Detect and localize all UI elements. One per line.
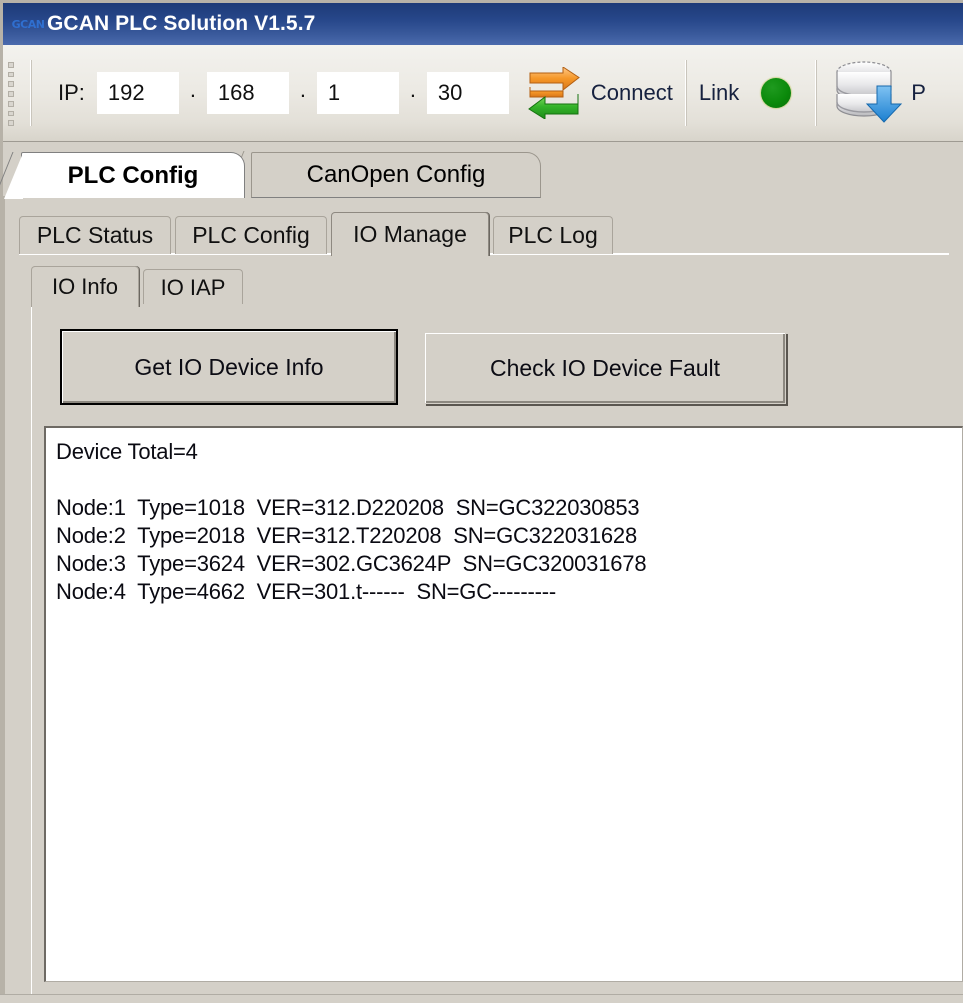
gcan-logo-text: GCAN xyxy=(11,17,45,31)
link-status-led xyxy=(761,78,792,108)
application-window: GCAN GCAN PLC Solution V1.5.7 IP: 192 . … xyxy=(0,0,963,1003)
ip-label: IP: xyxy=(58,80,85,105)
download-button-label[interactable]: P xyxy=(911,80,926,106)
main-tab-strip: CanOpen Config PLC Config xyxy=(3,150,963,199)
subtab-plc-status[interactable]: PLC Status xyxy=(19,216,171,254)
io-tab-strip: IO Info IO IAP xyxy=(31,266,949,307)
tab-plc-config[interactable]: PLC Config xyxy=(4,152,245,199)
io-device-log-area[interactable]: Device Total=4 Node:1 Type=1018 VER=312.… xyxy=(44,426,963,982)
tab-canopen-config[interactable]: CanOpen Config xyxy=(251,152,541,198)
subtab-io-iap[interactable]: IO IAP xyxy=(143,269,243,306)
ip-octet-3-input[interactable]: 1 xyxy=(316,72,399,114)
subtab-io-info[interactable]: IO Info xyxy=(31,266,139,307)
toolbar-separator-3 xyxy=(815,60,818,126)
connect-label[interactable]: Connect xyxy=(591,80,673,106)
link-label: Link xyxy=(698,80,740,105)
ip-dot-1: . xyxy=(189,77,196,102)
gcan-logo-icon: GCAN xyxy=(11,13,45,35)
subtab-plc-log[interactable]: PLC Log xyxy=(493,216,613,254)
window-title: GCAN PLC Solution V1.5.7 xyxy=(47,12,316,35)
ip-octet-2-input[interactable]: 168 xyxy=(206,72,289,114)
ip-octet-1-input[interactable]: 192 xyxy=(96,72,179,114)
main-toolbar: IP: 192 . 168 . 1 . 30 Connect Link P xyxy=(3,45,963,142)
toolbar-separator-2 xyxy=(684,60,687,126)
plc-config-page: PLC Status PLC Config IO Manage PLC Log … xyxy=(3,196,963,1000)
io-device-log-text: Device Total=4 Node:1 Type=1018 VER=312.… xyxy=(56,439,647,604)
subtab-plc-config[interactable]: PLC Config xyxy=(175,216,327,254)
ip-dot-2: . xyxy=(299,77,306,102)
window-bottom-edge xyxy=(0,994,963,1003)
database-download-icon[interactable] xyxy=(833,60,905,126)
title-bar: GCAN GCAN PLC Solution V1.5.7 xyxy=(3,3,963,45)
check-io-device-fault-button[interactable]: Check IO Device Fault xyxy=(424,332,786,404)
ip-octet-4-input[interactable]: 30 xyxy=(426,72,509,114)
ip-dot-3: . xyxy=(409,77,416,102)
get-io-device-info-button[interactable]: Get IO Device Info xyxy=(60,329,398,405)
subtab-io-manage[interactable]: IO Manage xyxy=(331,212,489,256)
toolbar-grip-handle[interactable] xyxy=(8,60,16,127)
toolbar-separator-1 xyxy=(30,60,32,126)
sub-tab-strip: PLC Status PLC Config IO Manage PLC Log xyxy=(19,212,949,256)
io-info-panel: Get IO Device Info Check IO Device Fault… xyxy=(31,304,963,1000)
sync-arrows-icon[interactable] xyxy=(525,66,583,120)
